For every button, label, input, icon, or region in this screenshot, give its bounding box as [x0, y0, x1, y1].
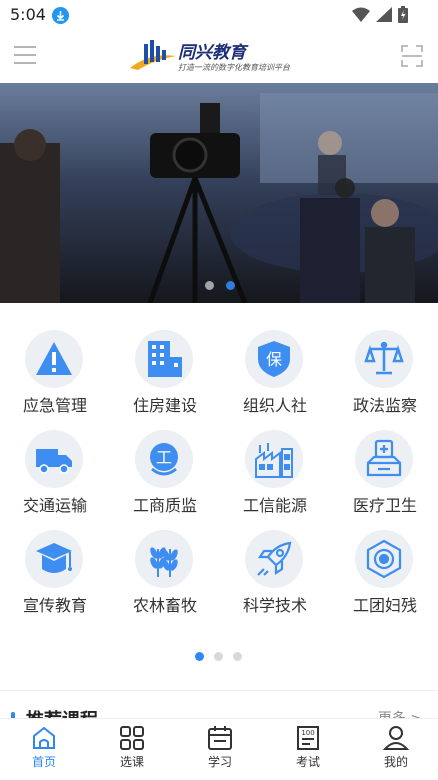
banner-image [0, 83, 438, 303]
category-label: 政法监察 [352, 396, 417, 415]
scales-icon [355, 330, 413, 388]
rocket-icon [245, 530, 303, 588]
banner-pager-dot-active[interactable] [226, 281, 235, 290]
signal-icon [376, 7, 392, 22]
category-label: 工团妇残 [352, 596, 417, 615]
scan-icon[interactable] [401, 45, 423, 67]
tab-label: 首页 [31, 755, 56, 769]
factory-icon [245, 430, 303, 488]
grid-pager [195, 652, 242, 661]
wifi-icon [352, 7, 370, 22]
banner-pager-dot[interactable] [205, 281, 214, 290]
bottom-tab-bar: 首页 选课 学习 100 考试 我的 [0, 718, 438, 780]
tab-label: 我的 [383, 755, 408, 769]
tab-mine[interactable]: 我的 [352, 725, 438, 777]
app-header: 同兴教育 打造一流的数字化教育培训平台 [0, 30, 438, 82]
category-item-transport[interactable]: 交通运输 [0, 430, 110, 520]
menu-icon[interactable] [14, 46, 36, 66]
tab-courses[interactable]: 选课 [88, 725, 176, 777]
category-label: 科学技术 [242, 596, 307, 615]
banner-carousel[interactable] [0, 83, 438, 303]
tab-exam[interactable]: 100 考试 [264, 725, 352, 777]
home-icon [33, 726, 55, 749]
calendar-icon [208, 726, 232, 750]
building-icon [135, 330, 193, 388]
badge-gong-icon: 工 [135, 430, 193, 488]
category-label: 宣传教育 [22, 596, 87, 615]
grid-pager-dot[interactable] [214, 652, 223, 661]
logo-emblem-icon [130, 40, 176, 70]
graduation-cap-icon [25, 530, 83, 588]
category-item-education[interactable]: 宣传教育 [0, 530, 110, 620]
wheat-icon [135, 530, 193, 588]
category-label: 住房建设 [132, 396, 197, 415]
warning-icon [25, 330, 83, 388]
brand-logo: 同兴教育 打造一流的数字化教育培训平台 [128, 36, 312, 76]
category-label: 医疗卫生 [352, 496, 417, 515]
category-item-law[interactable]: 政法监察 [330, 330, 438, 420]
medical-icon [355, 430, 413, 488]
shield-bao-icon: 保 [245, 330, 303, 388]
grid-pager-dot-active[interactable] [195, 652, 204, 661]
svg-text:工: 工 [156, 448, 172, 467]
category-item-union[interactable]: 工团妇残 [330, 530, 438, 620]
tab-label: 选课 [119, 755, 144, 769]
battery-icon [398, 6, 408, 23]
tab-home[interactable]: 首页 [0, 725, 88, 777]
banner-pager [205, 281, 235, 290]
exam-100-icon: 100 [297, 726, 319, 750]
category-label: 交通运输 [22, 496, 87, 515]
grid-pager-dot[interactable] [233, 652, 242, 661]
user-icon [383, 726, 409, 750]
status-time: 5:04 [10, 5, 46, 24]
tab-label: 学习 [207, 755, 232, 769]
category-item-medical[interactable]: 医疗卫生 [330, 430, 438, 520]
category-item-commerce[interactable]: 工 工商质监 [110, 430, 220, 520]
download-notification-icon [52, 7, 69, 24]
svg-text:100: 100 [301, 729, 314, 737]
category-item-organization[interactable]: 保 组织人社 [220, 330, 330, 420]
category-item-science[interactable]: 科学技术 [220, 530, 330, 620]
category-item-emergency[interactable]: 应急管理 [0, 330, 110, 420]
category-label: 组织人社 [242, 396, 307, 415]
grid-icon [120, 726, 144, 750]
category-item-industry[interactable]: 工信能源 [220, 430, 330, 520]
section-divider [0, 690, 438, 691]
truck-icon [25, 430, 83, 488]
logo-name: 同兴教育 [178, 43, 246, 63]
tab-study[interactable]: 学习 [176, 725, 264, 777]
union-badge-icon [355, 530, 413, 588]
status-bar: 5:04 [0, 0, 438, 30]
category-label: 应急管理 [22, 396, 87, 415]
svg-text:保: 保 [266, 350, 282, 369]
tab-label: 考试 [295, 755, 320, 769]
category-label: 工商质监 [132, 496, 197, 515]
category-label: 工信能源 [242, 496, 307, 515]
category-item-agriculture[interactable]: 农林畜牧 [110, 530, 220, 620]
logo-slogan: 打造一流的数字化教育培训平台 [178, 63, 290, 72]
category-item-housing[interactable]: 住房建设 [110, 330, 220, 420]
category-label: 农林畜牧 [132, 596, 197, 615]
